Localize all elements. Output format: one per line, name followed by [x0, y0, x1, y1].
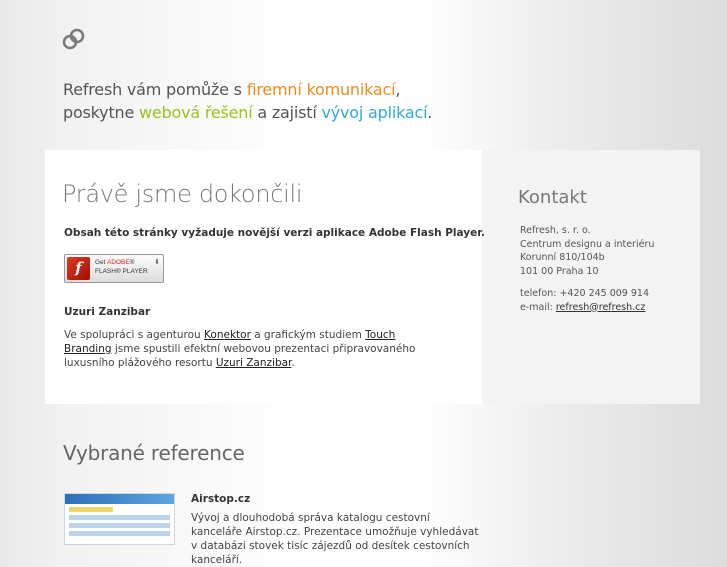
flash-get-label: Get [95, 259, 107, 266]
tagline-text: a zajistí [252, 103, 322, 122]
reference-title: Airstop.cz [191, 493, 251, 505]
thumbnail-header-bar [65, 494, 174, 504]
address-line: Refresh, s. r. o. [520, 225, 591, 236]
reference-description: Vývoj a dlouhodobá správa katalogu cesto… [191, 512, 479, 566]
address-line: 101 00 Praha 10 [520, 265, 599, 277]
thumbnail-row [69, 531, 170, 536]
thumbnail-row [69, 523, 170, 528]
tagline-text: . [427, 103, 433, 122]
tagline: Refresh vám pomůže s firemní komunikací,… [63, 78, 432, 124]
flash-reg-mark: ® [129, 259, 135, 266]
contact-phone: telefon: +420 245 009 914 [520, 288, 650, 299]
project-text: a grafickým studiem [250, 329, 366, 341]
get-flash-player-button[interactable]: f Get ADOBE® FLASH® PLAYER ⬇ [64, 254, 164, 283]
project-description: Ve spolupráci s agenturou Konektor a gra… [64, 328, 444, 370]
thumbnail-row [69, 507, 113, 512]
reference-thumbnail-airstop[interactable] [64, 493, 175, 545]
tagline-line-1: Refresh vám pomůže s firemní komunikací, [63, 78, 432, 101]
tagline-line-2: poskytne webová řešení a zajistí vývoj a… [63, 101, 432, 124]
tagline-highlight-web: webová řešení [139, 103, 253, 122]
flash-player-icon: f [67, 257, 90, 280]
link-konektor[interactable]: Konektor [204, 329, 251, 341]
contact-heading: Kontakt [518, 187, 587, 208]
project-text: . [291, 357, 295, 369]
refresh-logo-icon[interactable] [62, 28, 86, 50]
project-title: Uzuri Zanzibar [64, 306, 151, 318]
references-heading: Vybrané reference [63, 441, 245, 465]
tagline-text: Refresh vám pomůže s [63, 80, 247, 99]
address-line: Centrum designu a interiéru [520, 238, 655, 250]
contact-details: telefon: +420 245 009 914 e-mail: refres… [520, 287, 649, 314]
download-arrow-icon: ⬇ [154, 258, 160, 266]
link-uzuri-zanzibar[interactable]: Uzuri Zanzibar [216, 357, 292, 369]
tagline-highlight-apps: vývoj aplikací [321, 103, 428, 122]
email-link[interactable]: refresh@refresh.cz [556, 302, 646, 313]
flash-adobe-label: ADOBE [106, 259, 130, 266]
section-heading-recent: Právě jsme dokončili [62, 180, 303, 208]
flash-button-line-2: FLASH® PLAYER [95, 268, 148, 275]
project-text: Ve spolupráci s agenturou [64, 329, 205, 341]
flash-required-message: Obsah této stránky vyžaduje novější verz… [64, 227, 485, 239]
tagline-highlight-communication: firemní komunikací [246, 80, 396, 99]
tagline-text: poskytne [63, 103, 139, 122]
contact-email-row: e-mail: refresh@refresh.cz [520, 301, 649, 315]
address-line: Korunní 810/104b [520, 252, 605, 263]
tagline-text: , [395, 80, 401, 99]
email-label: e-mail: [520, 301, 556, 313]
thumbnail-row [69, 515, 170, 520]
contact-address: Refresh, s. r. o. Centrum designu a inte… [520, 224, 654, 278]
flash-button-line-1: Get ADOBE® [95, 259, 135, 266]
decorative-stripe [700, 150, 710, 404]
